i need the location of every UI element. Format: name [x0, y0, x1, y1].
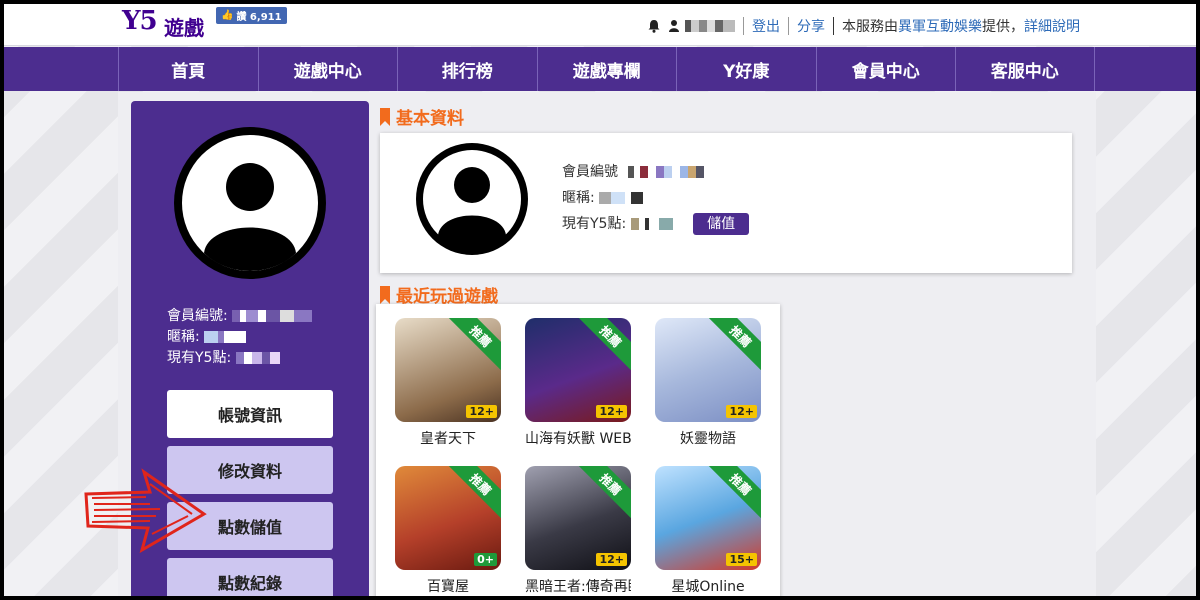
nickname-label: 暱稱: [167, 329, 200, 345]
topup-button[interactable]: 儲值 [693, 213, 750, 235]
share-link[interactable]: 分享 [797, 16, 825, 36]
avatar-icon [174, 127, 326, 279]
nav-y-deals[interactable]: Y好康 [676, 47, 816, 91]
sidebar-nickname: 暱稱: [167, 327, 312, 348]
nickname-blurred [599, 192, 644, 204]
nickname-label: 暱稱: [562, 190, 595, 206]
divider [833, 17, 834, 35]
game-name[interactable]: 妖靈物語 [655, 428, 761, 448]
game-thumbnail[interactable]: 推薦 12+ [655, 318, 761, 422]
username-blurred [685, 20, 735, 32]
nav-home[interactable]: 首頁 [118, 47, 258, 91]
page-frame: Y5 遊戲 👍 讚 6,911 登出 分享 本服務由異軍互動娛樂提供，詳細說明 … [0, 0, 1200, 600]
basic-info-header: 基本資料 [380, 104, 464, 129]
divider [743, 17, 744, 35]
game-thumbnail[interactable]: 推薦 12+ [525, 466, 631, 570]
basic-info-title: 基本資料 [396, 109, 464, 129]
game-tile[interactable]: 推薦 12+ 黑暗王者:傳奇再臨 [518, 466, 638, 596]
service-prefix: 本服務由 [842, 19, 898, 35]
details-link[interactable]: 詳細說明 [1024, 19, 1080, 35]
member-id-label: 會員編號 [562, 164, 618, 180]
recommend-badge: 推薦 [707, 318, 761, 370]
bell-icon[interactable] [647, 19, 661, 33]
site-logo-sub[interactable]: 遊戲 [164, 12, 204, 41]
game-name[interactable]: 黑暗王者:傳奇再臨 [525, 576, 631, 596]
account-info-button[interactable]: 帳號資訊 [167, 390, 333, 438]
bookmark-icon [380, 107, 390, 126]
logout-link[interactable]: 登出 [752, 16, 780, 36]
points-row: 現有Y5點: 儲值 [562, 211, 750, 237]
age-rating-badge: 12+ [596, 553, 627, 566]
game-thumbnail[interactable]: 推薦 15+ [655, 466, 761, 570]
sidebar-points: 現有Y5點: [167, 348, 312, 369]
recommend-badge: 推薦 [577, 318, 631, 370]
age-rating-badge: 0+ [474, 553, 497, 566]
game-tile[interactable]: 推薦 12+ 皇者天下 [388, 318, 508, 448]
top-bar: Y5 遊戲 👍 讚 6,911 登出 分享 本服務由異軍互動娛樂提供，詳細說明 [4, 4, 1196, 46]
game-thumbnail[interactable]: 推薦 12+ [525, 318, 631, 422]
recommend-badge: 推薦 [447, 318, 501, 370]
game-name[interactable]: 山海有妖獸 WEB [525, 428, 631, 448]
age-rating-badge: 12+ [466, 405, 497, 418]
game-tile[interactable]: 推薦 0+ 百寶屋 [388, 466, 508, 596]
main-nav: 首頁 遊戲中心 排行榜 遊戲專欄 Y好康 會員中心 客服中心 [4, 47, 1196, 91]
user-account[interactable] [669, 19, 735, 33]
top-right-links: 登出 分享 本服務由異軍互動娛樂提供，詳細說明 [647, 16, 1080, 36]
nav-game-center[interactable]: 遊戲中心 [257, 47, 398, 91]
recent-games-card: 推薦 12+ 皇者天下 推薦 12+ 山海有妖獸 WEB 推薦 12+ 妖靈物語… [376, 304, 780, 596]
member-id-blurred [232, 310, 313, 322]
game-tile[interactable]: 推薦 12+ 山海有妖獸 WEB [518, 318, 638, 448]
recommend-badge: 推薦 [447, 466, 501, 518]
nav-ranking[interactable]: 排行榜 [397, 47, 537, 91]
facebook-like-button[interactable]: 👍 讚 6,911 [216, 7, 287, 24]
nav-member-center[interactable]: 會員中心 [815, 47, 956, 91]
age-rating-badge: 15+ [726, 553, 757, 566]
recommend-badge: 推薦 [707, 466, 761, 518]
member-id-row: 會員編號 [562, 159, 749, 185]
points-history-button[interactable]: 點數紀錄 [167, 558, 333, 596]
basic-info-card: 會員編號 暱稱: 現有Y5點: 儲值 [380, 133, 1072, 273]
age-rating-badge: 12+ [726, 405, 757, 418]
member-id-blurred [628, 166, 705, 178]
nav-customer-service[interactable]: 客服中心 [955, 47, 1095, 91]
sidebar-member-info: 會員編號: 暱稱: 現有Y5點: [167, 306, 313, 369]
fb-like-count: 讚 6,911 [236, 12, 282, 23]
bookmark-icon [380, 285, 390, 304]
user-icon [669, 20, 679, 32]
game-name[interactable]: 百寶屋 [395, 576, 501, 596]
game-name[interactable]: 皇者天下 [395, 428, 501, 448]
member-id-label: 會員編號: [167, 308, 228, 324]
age-rating-badge: 12+ [596, 405, 627, 418]
basic-info-details: 會員編號 暱稱: 現有Y5點: 儲值 [562, 159, 750, 237]
game-thumbnail[interactable]: 推薦 0+ [395, 466, 501, 570]
service-suffix: 提供 [982, 19, 1010, 35]
game-tile[interactable]: 推薦 15+ 星城Online [648, 466, 768, 596]
sidebar-member-id: 會員編號: [167, 306, 313, 327]
divider [788, 17, 789, 35]
recommend-badge: 推薦 [577, 466, 631, 518]
red-arrow-annotation [84, 468, 207, 554]
nickname-row: 暱稱: [562, 185, 749, 211]
game-thumbnail[interactable]: 推薦 12+ [395, 318, 501, 422]
avatar-icon [416, 143, 528, 255]
points-label: 現有Y5點: [562, 216, 627, 232]
nickname-blurred [204, 331, 247, 343]
provider-link[interactable]: 異軍互動娛樂 [898, 19, 982, 35]
site-logo[interactable]: Y5 [122, 6, 158, 36]
points-blurred [630, 218, 673, 230]
points-blurred [235, 352, 280, 364]
thumbs-up-icon: 👍 [221, 10, 234, 21]
nav-game-column[interactable]: 遊戲專欄 [536, 47, 677, 91]
game-name[interactable]: 星城Online [655, 576, 761, 596]
points-label: 現有Y5點: [167, 350, 232, 366]
service-notice: 本服務由異軍互動娛樂提供，詳細說明 [842, 19, 1080, 35]
game-tile[interactable]: 推薦 12+ 妖靈物語 [648, 318, 768, 448]
